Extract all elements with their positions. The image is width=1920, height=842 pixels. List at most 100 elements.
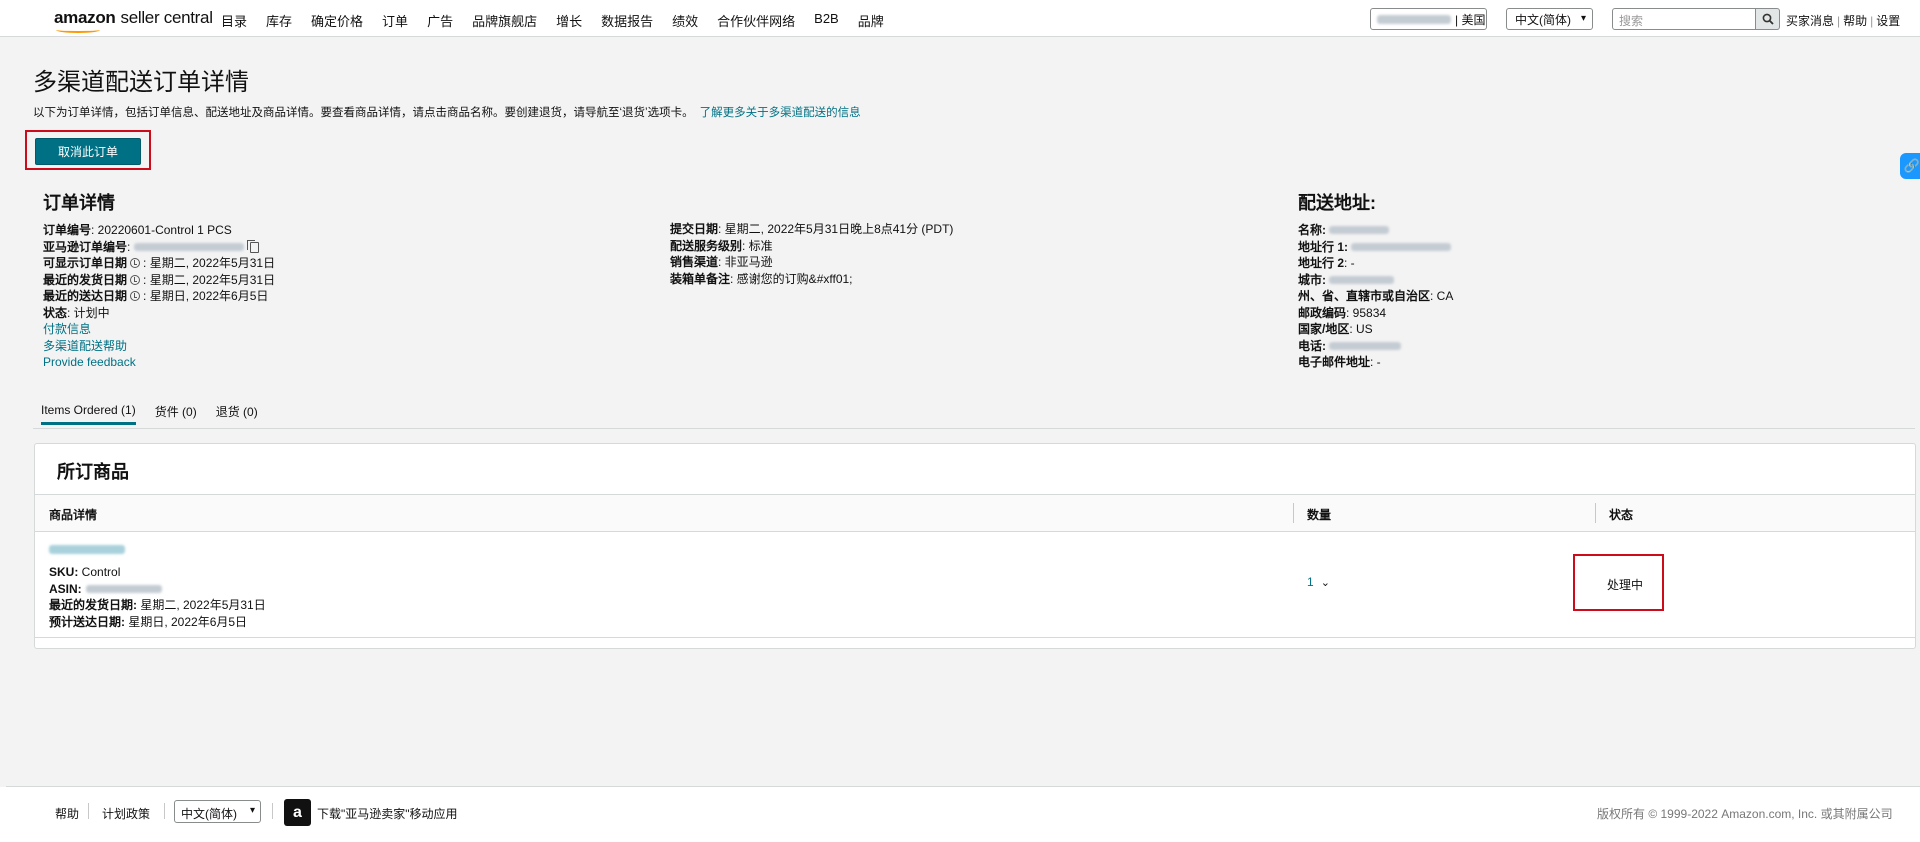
menu-b2b[interactable]: B2B: [814, 11, 839, 30]
buyer-messages-link[interactable]: 买家消息: [1786, 14, 1834, 28]
amazon-order-id-row: 亚马逊订单编号:: [43, 239, 275, 256]
product-name-link-redacted[interactable]: [49, 545, 125, 554]
menu-advertising[interactable]: 广告: [427, 11, 453, 30]
address-line1-row: 地址行 1:: [1298, 239, 1453, 256]
cancel-order-button[interactable]: 取消此订单: [35, 138, 141, 165]
city-row: 城市:: [1298, 272, 1453, 289]
menu-partner-network[interactable]: 合作伙伴网络: [717, 11, 795, 30]
menu-pricing[interactable]: 确定价格: [311, 11, 363, 30]
divider: |: [1837, 14, 1841, 28]
amazon-app-icon[interactable]: a: [284, 799, 311, 826]
order-id-value: : 20220601-Control 1 PCS: [91, 223, 232, 237]
latest-ship-label: 最近的发货日期: [43, 272, 128, 287]
amazon-order-id-redacted: [133, 242, 244, 251]
menu-stores[interactable]: 品牌旗舰店: [472, 11, 537, 30]
menu-growth[interactable]: 增长: [556, 11, 582, 30]
link-icon[interactable]: 🔗: [1900, 153, 1920, 179]
item-ship-value: 星期二, 2022年5月31日: [137, 598, 266, 612]
menu-reports[interactable]: 数据报告: [601, 11, 653, 30]
packing-note-row: 装箱单备注: 感谢您的订购&#xff01;: [670, 271, 953, 288]
search-button[interactable]: [1756, 8, 1780, 30]
latest-delivery-label: 最近的送达日期: [43, 289, 128, 303]
learn-more-link[interactable]: 了解更多关于多渠道配送的信息: [700, 107, 861, 119]
amazon-order-id-label: 亚马逊订单编号: [43, 239, 128, 254]
submit-date-label: 提交日期: [670, 222, 719, 236]
name-redacted: [1329, 226, 1390, 234]
address-line2-label: 地址行 2: [1298, 256, 1345, 270]
amazon-seller-central-logo[interactable]: amazon seller central: [54, 8, 213, 33]
tabs-divider: [33, 428, 1915, 429]
name-row: 名称:: [1298, 222, 1453, 239]
chevron-down-icon: ▾: [249, 805, 255, 816]
tab-items-ordered[interactable]: Items Ordered (1): [41, 403, 136, 425]
intro-text: 以下为订单详情，包括订单信息、配送地址及商品详情。要查看商品详情，请点击商品名称…: [33, 107, 694, 119]
search-input[interactable]: 搜索: [1612, 8, 1756, 30]
latest-ship-value: 星期二, 2022年5月31日: [149, 272, 276, 287]
divider: [88, 803, 89, 819]
ordered-items-card: 所订商品 商品详情 数量 状态 SKU: Control ASIN: 最近的发货…: [34, 443, 1916, 649]
order-details-section: 订单详情 订单编号: 20220601-Control 1 PCS 亚马逊订单编…: [43, 189, 275, 371]
latest-delivery-value: 星期日, 2022年6月5日: [149, 289, 269, 303]
chevron-down-icon: ▾: [1580, 13, 1586, 24]
zip-row: 邮政编码: 95834: [1298, 305, 1453, 322]
sales-channel-label: 销售渠道: [670, 255, 719, 269]
top-links: 买家消息 | 帮助 | 设置: [1786, 12, 1900, 29]
service-level-value: : 标准: [742, 238, 773, 253]
address-line2-row: 地址行 2: -: [1298, 255, 1453, 272]
status-row: 状态: 计划中: [43, 305, 275, 322]
address-line1-redacted: [1351, 242, 1452, 251]
footer-policy-link[interactable]: 计划政策: [102, 805, 150, 822]
asin-label: ASIN:: [49, 581, 82, 596]
menu-inventory[interactable]: 库存: [266, 11, 292, 30]
order-tabs: Items Ordered (1) 货件 (0) 退货 (0): [41, 403, 277, 425]
column-header-status: 状态: [1609, 508, 1634, 522]
tab-shipments[interactable]: 货件 (0): [155, 403, 197, 425]
copy-icon[interactable]: [246, 239, 259, 253]
service-level-row: 配送服务级别: 标准: [670, 238, 953, 255]
account-switcher[interactable]: | 美国: [1370, 8, 1487, 30]
menu-brands[interactable]: 品牌: [858, 11, 884, 30]
menu-performance[interactable]: 绩效: [672, 11, 698, 30]
zip-label: 邮政编码: [1298, 305, 1347, 320]
shipping-heading: 配送地址:: [1298, 193, 1376, 213]
address-line2-value: : -: [1344, 256, 1355, 270]
quantity-dropdown[interactable]: 1 ⌄: [1307, 575, 1330, 589]
logo-seller-central: seller central: [120, 8, 213, 27]
latest-delivery-row: 最近的送达日期: 星期日, 2022年6月5日: [43, 289, 269, 303]
display-date-value: 星期二, 2022年5月31日: [149, 256, 276, 270]
mcf-help-link[interactable]: 多渠道配送帮助: [43, 339, 127, 353]
payment-info-link[interactable]: 付款信息: [43, 322, 91, 336]
chevron-down-icon: ⌄: [1320, 577, 1330, 589]
email-row: 电子邮件地址: -: [1298, 354, 1453, 371]
download-app-link[interactable]: 下载"亚马逊卖家"移动应用: [317, 805, 458, 822]
column-header-product: 商品详情: [49, 508, 98, 522]
clock-icon: [130, 274, 141, 285]
status-label: 状态: [43, 305, 68, 320]
help-link[interactable]: 帮助: [1843, 14, 1867, 28]
country-row: 国家/地区: US: [1298, 321, 1453, 338]
column-divider: [1595, 503, 1596, 523]
clock-icon: [130, 291, 141, 301]
provide-feedback-link[interactable]: Provide feedback: [43, 355, 136, 369]
email-value: : -: [1370, 355, 1381, 369]
footer-language-select[interactable]: 中文(简体) ▾: [174, 800, 261, 823]
footer-help-link[interactable]: 帮助: [55, 805, 79, 822]
settings-link[interactable]: 设置: [1876, 14, 1900, 28]
menu-catalog[interactable]: 目录: [221, 11, 247, 30]
search-icon: [1762, 13, 1774, 25]
phone-redacted: [1329, 341, 1402, 350]
page-intro: 以下为订单详情，包括订单信息、配送地址及商品详情。要查看商品详情，请点击商品名称…: [33, 104, 861, 120]
shipping-address-section: 配送地址: 名称: 地址行 1: 地址行 2: - 城市: 州、省、直辖市或自治…: [1298, 189, 1453, 371]
divider: [164, 803, 165, 819]
tab-returns[interactable]: 退货 (0): [216, 403, 258, 425]
menu-orders[interactable]: 订单: [382, 11, 408, 30]
language-select[interactable]: 中文(简体) ▾: [1506, 8, 1593, 30]
logo-smile: [56, 27, 100, 33]
packing-note-value: : 感谢您的订购&#xff01;: [730, 271, 853, 286]
item-ship-label: 最近的发货日期:: [49, 598, 137, 612]
asin-redacted: [85, 585, 162, 594]
address-line1-label: 地址行 1:: [1298, 239, 1349, 254]
footer: 帮助 计划政策 中文(简体) ▾ a 下载"亚马逊卖家"移动应用 版权所有 © …: [0, 787, 1920, 842]
submit-date-value: : 星期二, 2022年5月31日晚上8点41分 (PDT): [718, 222, 954, 236]
item-delivery-value: 星期日, 2022年6月5日: [125, 614, 248, 629]
